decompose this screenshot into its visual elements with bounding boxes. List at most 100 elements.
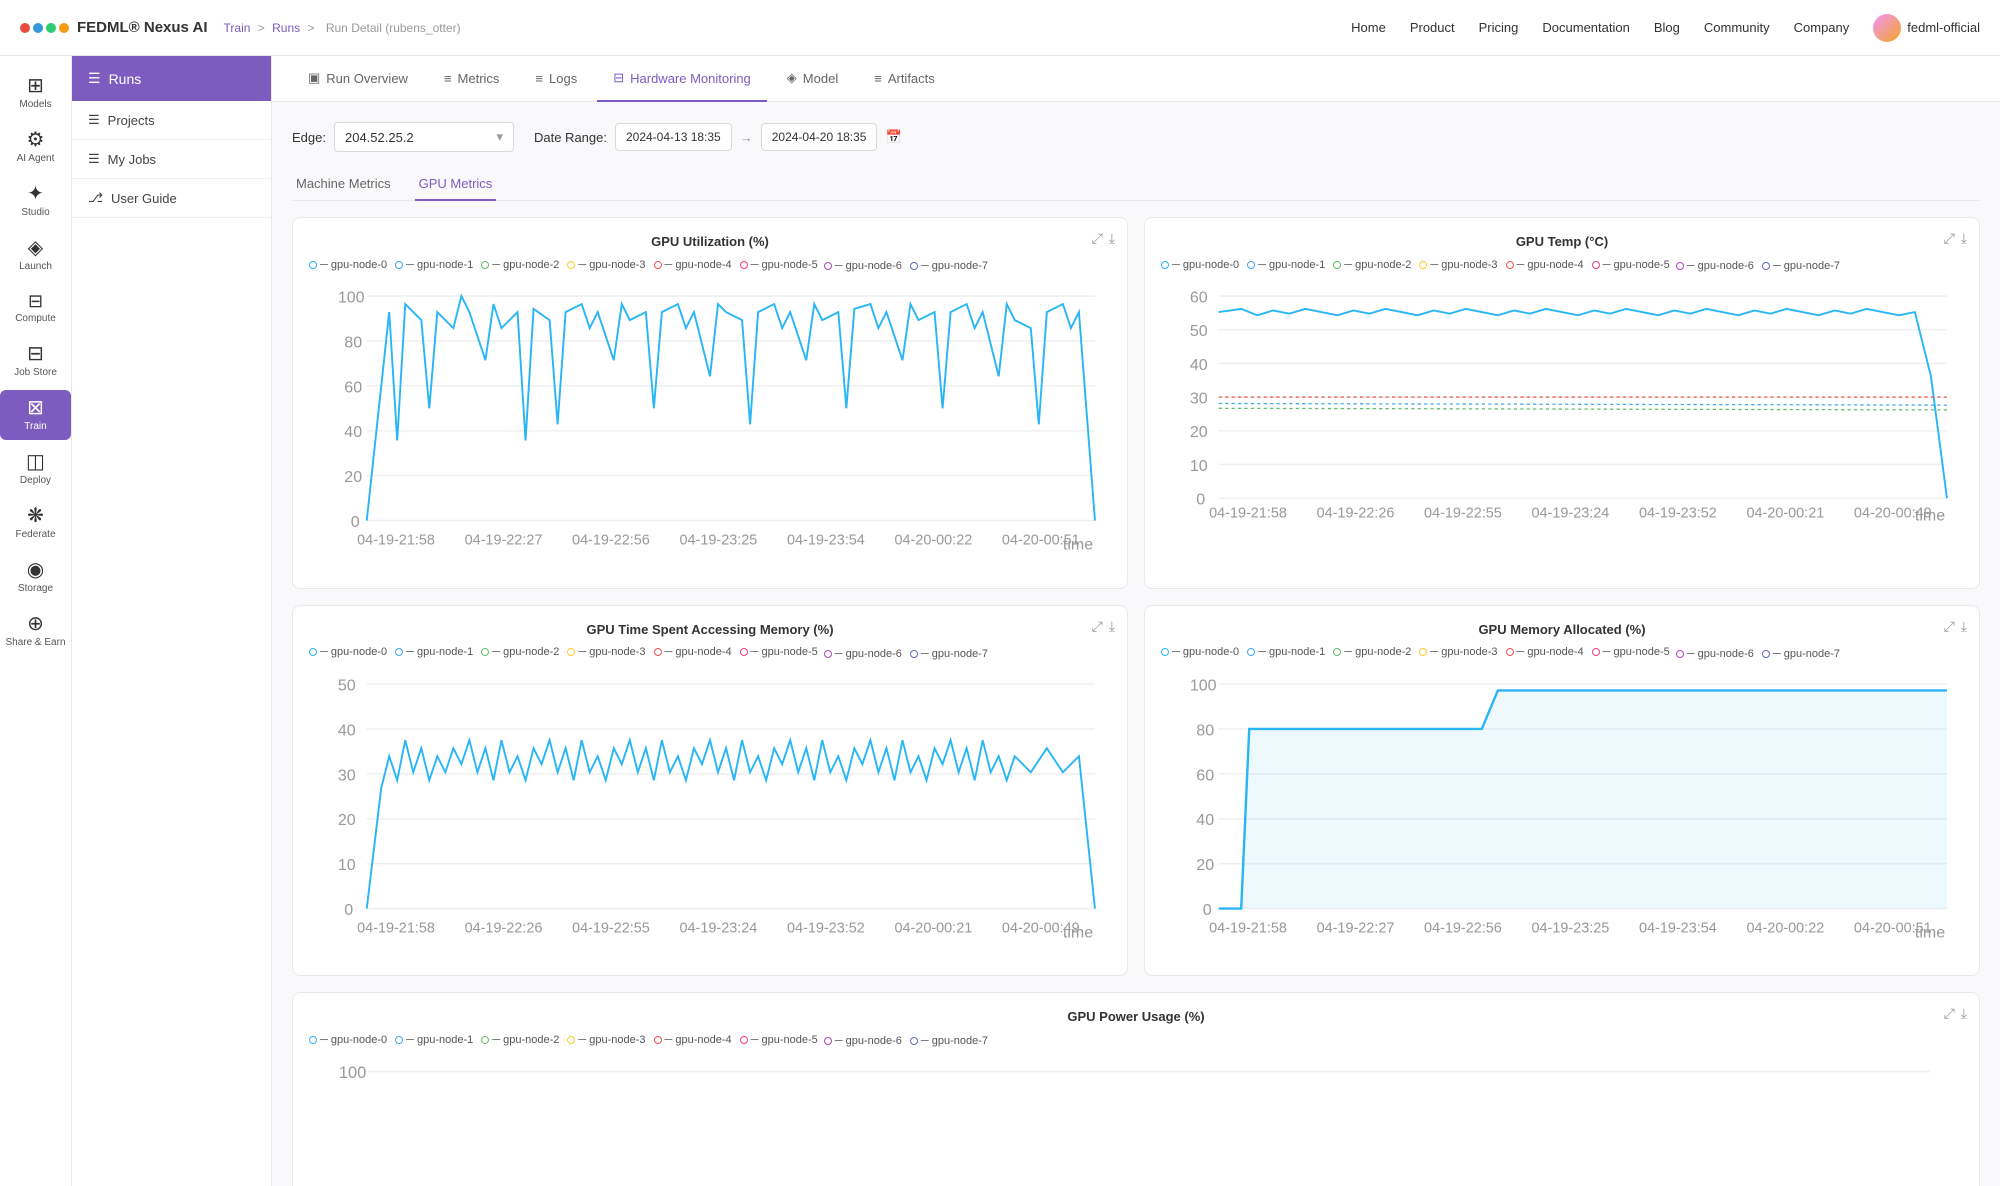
expand-icon[interactable]: ⤢ (1944, 618, 1955, 635)
tab-artifacts[interactable]: ≡ Artifacts (858, 56, 951, 102)
nav-home[interactable]: Home (1351, 20, 1386, 35)
temp-chart-svg: 60 50 40 30 20 10 0 (1161, 280, 1963, 569)
tab-metrics[interactable]: ≡ Metrics (428, 56, 515, 102)
sidebar-item-deploy[interactable]: ◫ Deploy (0, 444, 71, 494)
expand-icon[interactable]: ⤢ (1092, 230, 1103, 247)
download-icon[interactable]: ⤓ (1109, 230, 1115, 247)
chart-memory-time-actions: ⤢ ⤓ (1092, 618, 1115, 635)
legend-node-circle (309, 261, 317, 269)
legend-item: ─ gpu-node-2 (1333, 257, 1411, 272)
sidebar-item-train[interactable]: ⊠ Train (0, 390, 71, 440)
breadcrumb-train[interactable]: Train (224, 21, 251, 35)
svg-text:04-19-23:54: 04-19-23:54 (1639, 920, 1717, 936)
svg-text:04-20-00:21: 04-20-00:21 (894, 920, 972, 936)
left-panel-projects[interactable]: ☰ Projects (72, 101, 271, 140)
edge-select[interactable]: 204.52.25.2 ▾ (334, 122, 514, 152)
sidebar-item-models[interactable]: ⊞ Models (0, 68, 71, 118)
tab-run-overview[interactable]: ▣ Run Overview (292, 56, 424, 102)
svg-text:0: 0 (344, 901, 353, 919)
user-name: fedml-official (1907, 20, 1980, 35)
svg-text:60: 60 (1196, 766, 1214, 784)
legend-item: ─ gpu-node-2 (1333, 645, 1411, 660)
sidebar-item-compute[interactable]: ⊟ Compute (0, 284, 71, 332)
sidebar-item-federate[interactable]: ❋ Federate (0, 498, 71, 548)
left-panel-user-guide[interactable]: ⎇ User Guide (72, 179, 271, 218)
download-icon[interactable]: ⤓ (1961, 618, 1967, 635)
svg-text:04-19-23:54: 04-19-23:54 (787, 533, 865, 549)
legend-node-label: ─ gpu-node-2 (1344, 646, 1411, 658)
chart-memory-allocated-legend: ─ gpu-node-0─ gpu-node-1─ gpu-node-2─ gp… (1161, 645, 1963, 660)
sidebar-item-storage[interactable]: ◉ Storage (0, 552, 71, 602)
date-to-input[interactable]: 2024-04-20 18:35 (761, 123, 878, 151)
nav-blog[interactable]: Blog (1654, 20, 1680, 35)
legend-node-label: ─ gpu-node-1 (1258, 646, 1325, 658)
legend-node-circle (567, 1036, 575, 1044)
edge-filter: Edge: 204.52.25.2 ▾ (292, 122, 514, 152)
expand-icon[interactable]: ⤢ (1092, 618, 1103, 635)
models-icon: ⊞ (27, 76, 44, 96)
legend-item: ─ gpu-node-5 (1592, 257, 1670, 272)
sidebar-item-share-earn[interactable]: ⊕ Share & Earn (0, 606, 71, 656)
chevron-down-icon: ▾ (496, 129, 503, 145)
tab-gpu-metrics[interactable]: GPU Metrics (415, 168, 497, 201)
svg-text:40: 40 (344, 423, 362, 441)
svg-text:10: 10 (1190, 457, 1208, 475)
metric-tabs: Machine Metrics GPU Metrics (292, 168, 1980, 201)
sidebar-label-launch: Launch (19, 261, 52, 272)
expand-icon[interactable]: ⤢ (1944, 1005, 1955, 1022)
legend-node-label: ─ gpu-node-3 (578, 259, 645, 271)
legend-node-circle (654, 648, 662, 656)
nav-community[interactable]: Community (1704, 20, 1770, 35)
legend-node-circle (1247, 648, 1255, 656)
chart-gpu-power: GPU Power Usage (%) ⤢ ⤓ ─ gpu-node-0─ gp… (292, 992, 1980, 1186)
svg-text:04-19-21:58: 04-19-21:58 (357, 920, 435, 936)
legend-node-circle (1333, 648, 1341, 656)
legend-node-label: ─ gpu-node-0 (1172, 259, 1239, 271)
download-icon[interactable]: ⤓ (1109, 618, 1115, 635)
svg-text:04-19-23:24: 04-19-23:24 (1532, 505, 1610, 521)
legend-node-label: ─ gpu-node-2 (492, 646, 559, 658)
tab-logs[interactable]: ≡ Logs (519, 56, 593, 102)
legend-node-label: ─ gpu-node-5 (1603, 259, 1670, 271)
sidebar-item-ai-agent[interactable]: ⚙ AI Agent (0, 122, 71, 172)
legend-node-label: ─ gpu-node-1 (1258, 259, 1325, 271)
legend-node-label: ─ gpu-node-5 (751, 646, 818, 658)
tab-hardware-monitoring[interactable]: ⊟ Hardware Monitoring (597, 56, 767, 102)
nav-pricing[interactable]: Pricing (1479, 20, 1519, 35)
legend-item: ─ gpu-node-0 (309, 1032, 387, 1047)
tab-bar: ▣ Run Overview ≡ Metrics ≡ Logs ⊟ Hardwa… (272, 56, 2000, 102)
tab-machine-metrics[interactable]: Machine Metrics (292, 168, 395, 201)
model-icon: ◈ (787, 70, 797, 86)
tab-model[interactable]: ◈ Model (771, 56, 854, 102)
legend-item: ─ gpu-node-4 (654, 257, 732, 272)
nav-product[interactable]: Product (1410, 20, 1455, 35)
legend-node-circle (395, 648, 403, 656)
memory-allocated-chart-svg: 100 80 60 40 20 0 (1161, 668, 1963, 957)
legend-node-label: ─ gpu-node-7 (921, 648, 988, 660)
calendar-icon[interactable]: 📅 (885, 129, 901, 145)
download-icon[interactable]: ⤓ (1961, 1005, 1967, 1022)
nav-company[interactable]: Company (1794, 20, 1850, 35)
user-badge[interactable]: fedml-official (1873, 14, 1980, 42)
download-icon[interactable]: ⤓ (1961, 230, 1967, 247)
nav-documentation[interactable]: Documentation (1542, 20, 1629, 35)
chart-temp-svg: 60 50 40 30 20 10 0 (1161, 280, 1963, 572)
svg-text:04-19-22:26: 04-19-22:26 (1317, 505, 1395, 521)
breadcrumb-runs[interactable]: Runs (272, 21, 300, 35)
left-panel-my-jobs[interactable]: ☰ My Jobs (72, 140, 271, 179)
storage-icon: ◉ (27, 560, 44, 580)
legend-node-circle (910, 262, 918, 270)
chart-memory-allocated-actions: ⤢ ⤓ (1944, 618, 1967, 635)
date-from-input[interactable]: 2024-04-13 18:35 (615, 123, 732, 151)
sidebar-item-launch[interactable]: ◈ Launch (0, 230, 71, 280)
legend-node-circle (740, 1036, 748, 1044)
legend-node-label: ─ gpu-node-6 (1687, 648, 1754, 660)
legend-node-circle (1506, 648, 1514, 656)
legend-node-circle (481, 648, 489, 656)
expand-icon[interactable]: ⤢ (1944, 230, 1955, 247)
legend-node-label: ─ gpu-node-3 (1430, 646, 1497, 658)
chart-utilization-actions: ⤢ ⤓ (1092, 230, 1115, 247)
sidebar-item-job-store[interactable]: ⊟ Job Store (0, 336, 71, 386)
chart-temp-legend: ─ gpu-node-0 ─ gpu-node-1 ─ gpu-node-2 ─ gp… (1161, 257, 1963, 272)
sidebar-item-studio[interactable]: ✦ Studio (0, 176, 71, 226)
